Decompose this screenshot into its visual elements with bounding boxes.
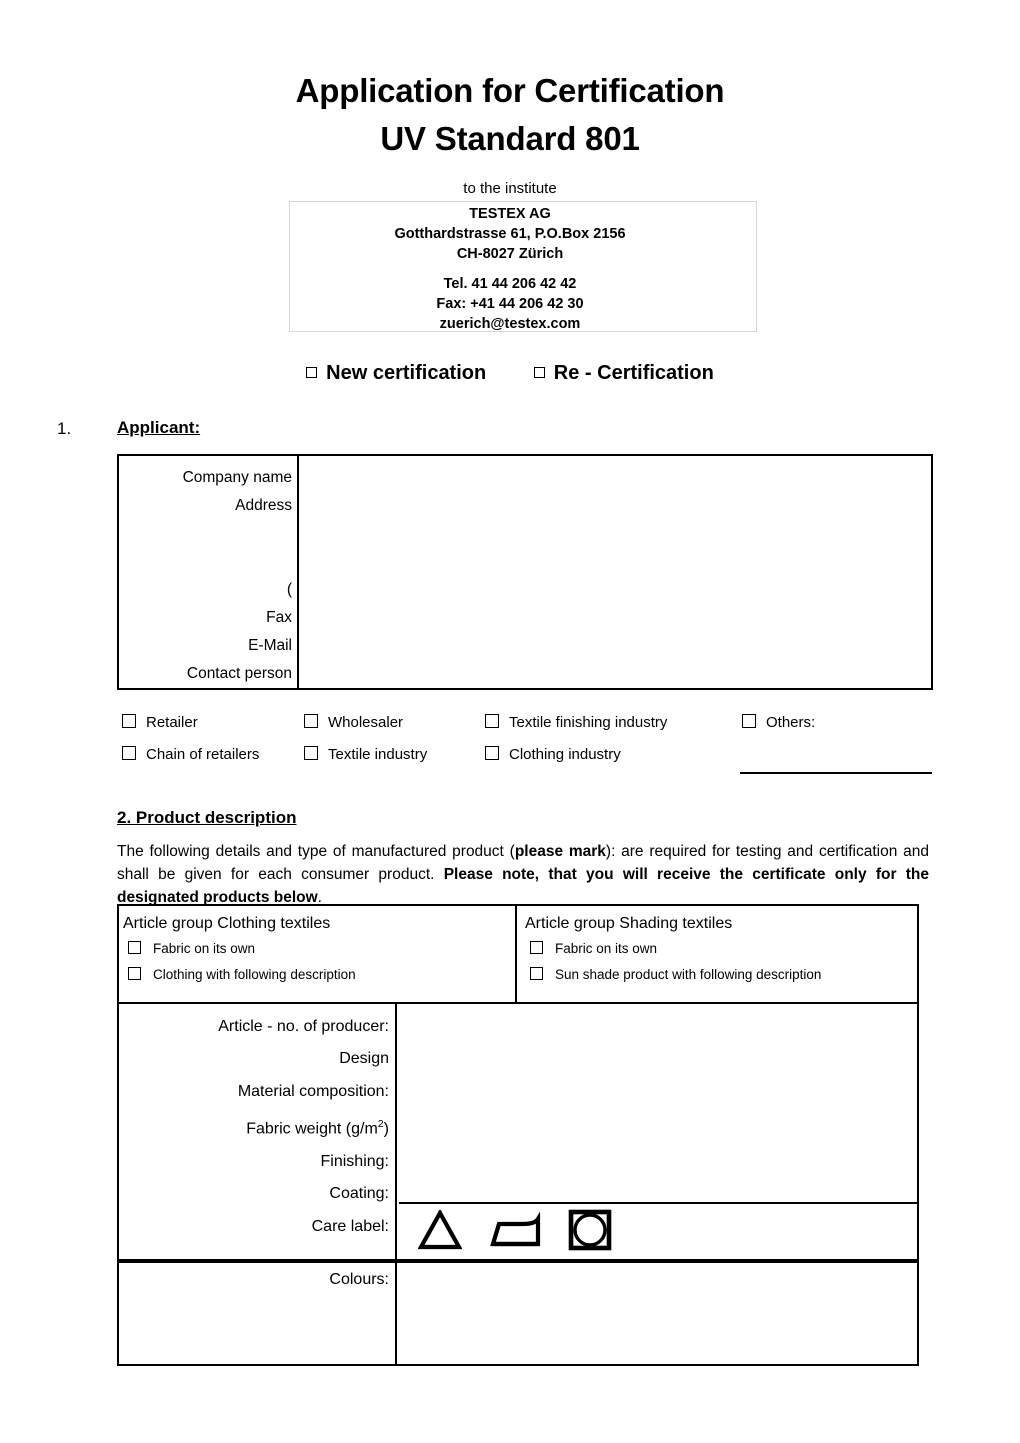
section2-title: 2. Product description [117, 808, 297, 827]
certification-type-row: New certification Re - Certification [0, 362, 1020, 385]
document-page: Application for Certification UV Standar… [0, 0, 1020, 1443]
institute-email: zuerich@testex.com [439, 316, 581, 332]
care-label-symbols [418, 1209, 612, 1251]
company-type-textile-industry[interactable]: Textile industry [304, 746, 427, 763]
checkbox-icon[interactable] [304, 714, 318, 728]
institute-fax: Fax: +41 44 206 42 30 [436, 296, 584, 312]
shading-option-label: Sun shade product with following descrip… [555, 967, 822, 982]
company-type-label: Chain of retailers [146, 746, 260, 763]
section1-title: Applicant: [117, 418, 201, 437]
institute-city: CH-8027 Zürich [456, 246, 564, 262]
re-certification-label: Re - Certification [553, 362, 714, 384]
article-group-table: Article group Clothing textiles Fabric o… [117, 904, 919, 1004]
colours-label-cell: Colours: [119, 1263, 397, 1364]
applicant-table: Company name Address ( Fax E-Mail Contac… [117, 454, 933, 690]
checkbox-icon[interactable] [122, 746, 136, 760]
re-certification-option[interactable]: Re - Certification [533, 362, 714, 385]
shading-option-description[interactable]: Sun shade product with following descrip… [525, 962, 917, 988]
company-type-chain-of-retailers[interactable]: Chain of retailers [122, 746, 259, 763]
label-article-no: Article - no. of producer: [218, 1018, 389, 1035]
checkbox-icon[interactable] [742, 714, 756, 728]
new-certification-label: New certification [326, 362, 487, 384]
company-type-label: Wholesaler [328, 714, 404, 731]
product-detail-values[interactable] [399, 1004, 917, 1259]
label-colours: Colours: [329, 1271, 389, 1288]
checkbox-icon[interactable] [485, 714, 499, 728]
label-fabric-weight: Fabric weight (g/m2) [119, 1108, 389, 1146]
fabric-weight-tail: ) [383, 1120, 389, 1138]
institute-street: Gotthardstrasse 61, P.O.Box 2156 [394, 226, 626, 242]
company-type-label: Others: [766, 714, 816, 731]
clothing-option-fabric[interactable]: Fabric on its own [123, 936, 515, 962]
company-type-label: Clothing industry [509, 746, 621, 763]
article-group-shading: Article group Shading textiles Fabric on… [517, 906, 917, 1002]
article-group-shading-heading: Article group Shading textiles [525, 915, 733, 932]
institute-tel: Tel. 41 44 206 42 42 [443, 276, 577, 292]
label-fax: Fax [266, 609, 292, 626]
label-contact-person: Contact person [186, 665, 292, 682]
applicant-values-column[interactable] [301, 456, 931, 688]
checkbox-icon[interactable] [128, 967, 141, 980]
section2-paragraph: The following details and type of manufa… [117, 840, 929, 909]
article-group-clothing-heading: Article group Clothing textiles [123, 915, 331, 932]
company-type-others[interactable]: Others: [742, 714, 815, 731]
company-type-retailer[interactable]: Retailer [122, 714, 198, 731]
checkbox-icon[interactable] [530, 967, 543, 980]
institute-intro: to the institute [463, 180, 557, 197]
company-type-label: Retailer [146, 714, 198, 731]
bleaching-triangle-icon [418, 1210, 462, 1250]
others-write-in-line[interactable] [740, 772, 932, 774]
product-detail-table: Article - no. of producer: Design Materi… [117, 1004, 919, 1261]
label-design: Design [339, 1050, 389, 1068]
fabric-weight-text: Fabric weight (g/m [246, 1120, 378, 1138]
colours-value-cell[interactable] [399, 1263, 917, 1364]
page-title-line2: UV Standard 801 [380, 120, 640, 157]
checkbox-icon[interactable] [485, 746, 499, 760]
label-care-label: Care label: [311, 1217, 389, 1235]
section1-number: 1. [57, 419, 72, 438]
checkbox-icon[interactable] [304, 746, 318, 760]
para-part1: The following details and type of manufa… [117, 843, 515, 860]
care-label-divider [399, 1202, 917, 1204]
checkbox-icon[interactable] [122, 714, 136, 728]
clothing-option-label: Fabric on its own [153, 941, 256, 956]
label-finishing: Finishing: [320, 1152, 389, 1170]
clothing-option-label: Clothing with following description [153, 967, 356, 982]
checkbox-icon[interactable] [530, 941, 543, 954]
institute-name: TESTEX AG [469, 206, 551, 222]
label-phone: ( [286, 581, 292, 598]
para-bold1: please mark [514, 843, 606, 860]
company-type-wholesaler[interactable]: Wholesaler [304, 714, 403, 731]
article-group-clothing: Article group Clothing textiles Fabric o… [119, 906, 517, 1002]
checkbox-icon[interactable] [306, 367, 318, 378]
colours-table: Colours: [117, 1261, 919, 1366]
clothing-option-description[interactable]: Clothing with following description [123, 962, 515, 988]
checkbox-icon[interactable] [533, 367, 545, 378]
company-type-label: Textile industry [328, 746, 428, 763]
ironing-icon [490, 1211, 541, 1247]
company-type-row-1: Retailer Wholesaler Textile finishing in… [122, 714, 942, 746]
label-coating: Coating: [329, 1185, 389, 1203]
company-type-label: Textile finishing industry [509, 714, 668, 731]
label-company-name: Company name [182, 469, 292, 486]
tumble-dry-icon [568, 1209, 612, 1251]
product-detail-labels: Article - no. of producer: Design Materi… [119, 1004, 397, 1259]
label-address: Address [235, 497, 292, 514]
checkbox-icon[interactable] [128, 941, 141, 954]
new-certification-option[interactable]: New certification [306, 362, 486, 385]
company-type-group: Retailer Wholesaler Textile finishing in… [122, 714, 942, 778]
page-title-line1: Application for Certification [295, 72, 725, 109]
label-material-composition: Material composition: [237, 1082, 389, 1100]
shading-option-fabric[interactable]: Fabric on its own [525, 936, 917, 962]
institute-address: TESTEX AG Gotthardstrasse 61, P.O.Box 21… [0, 204, 1020, 334]
applicant-labels-column: Company name Address ( Fax E-Mail Contac… [119, 456, 299, 688]
shading-option-label: Fabric on its own [555, 941, 658, 956]
company-type-textile-finishing[interactable]: Textile finishing industry [485, 714, 667, 731]
company-type-clothing-industry[interactable]: Clothing industry [485, 746, 621, 763]
label-email: E-Mail [248, 637, 292, 654]
